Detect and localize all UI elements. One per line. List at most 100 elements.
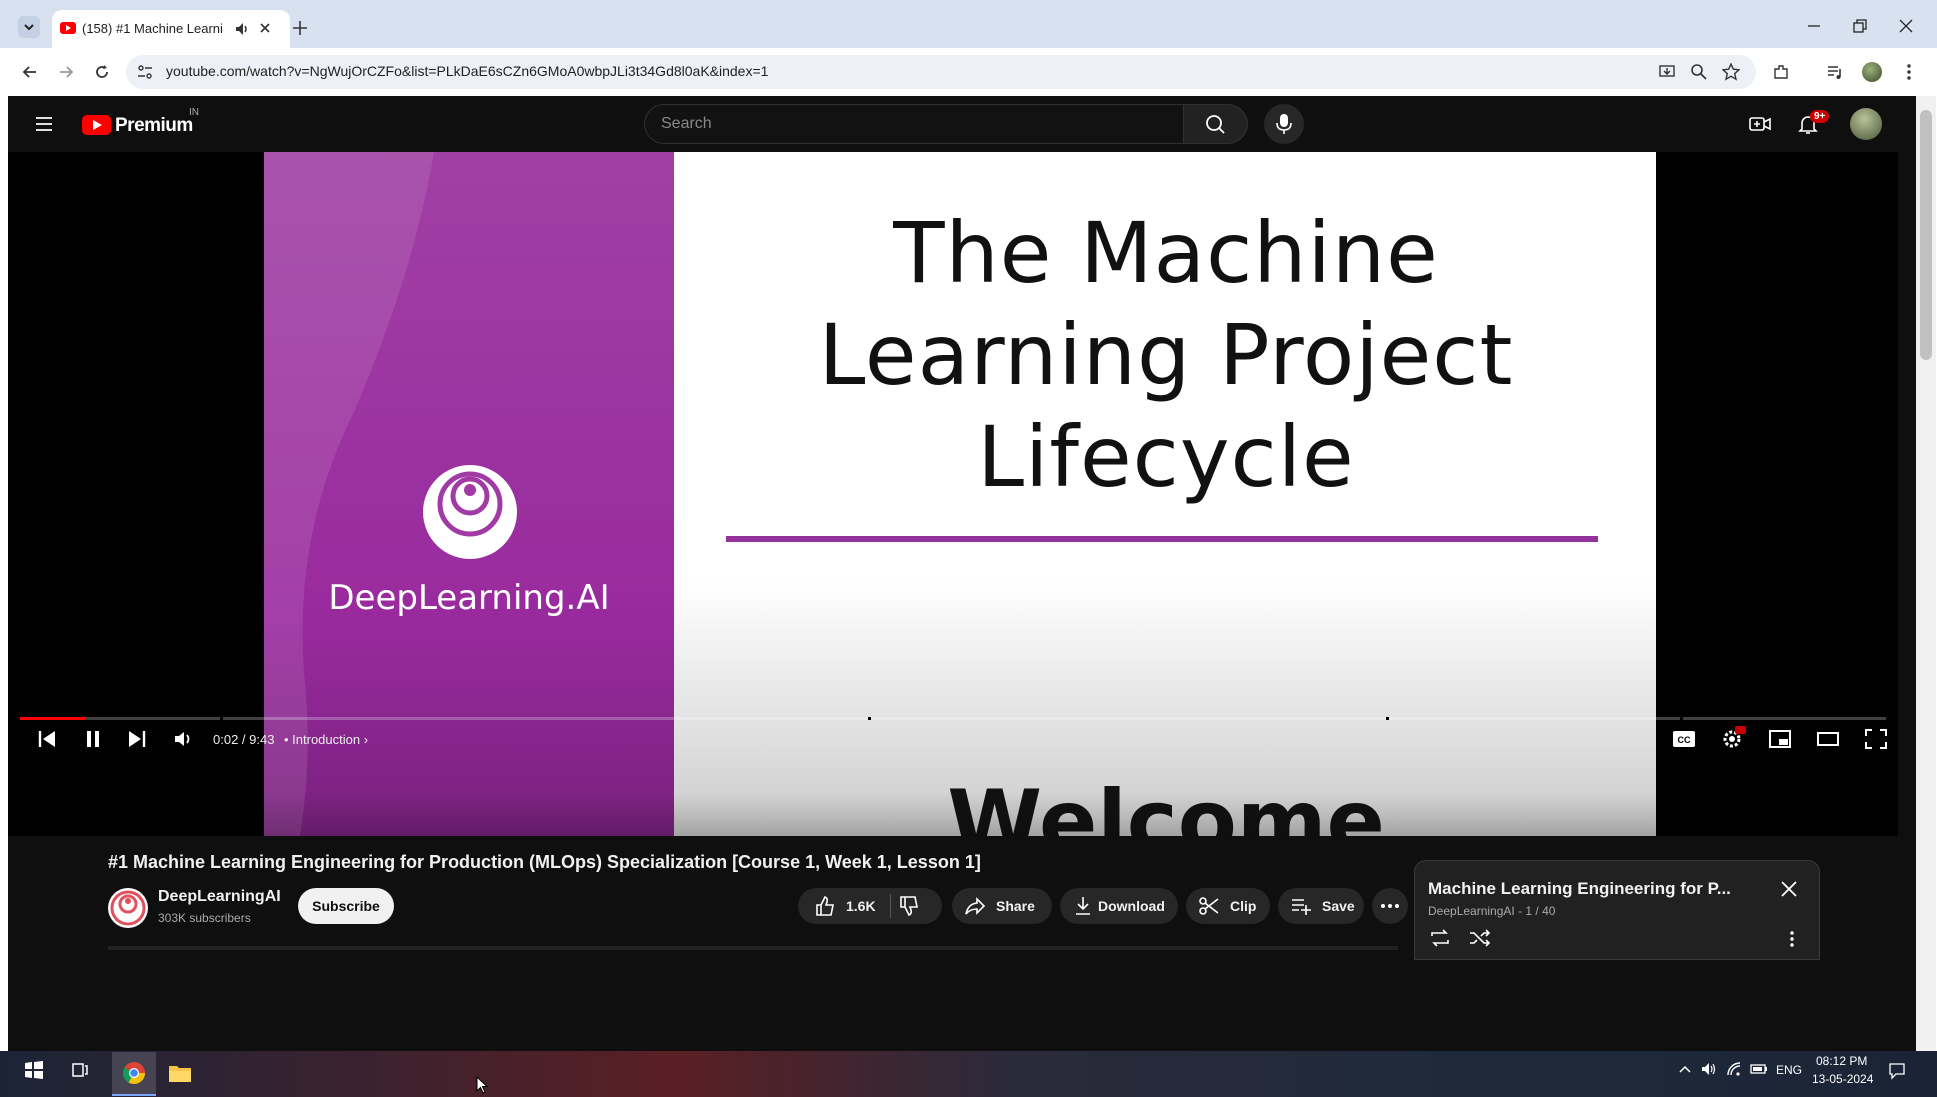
playlist-title[interactable]: Machine Learning Engineering for P... [1428,879,1758,899]
clock-date[interactable]: 13-05-2024 [1812,1072,1873,1086]
taskbar-file-explorer[interactable] [168,1062,192,1084]
playlist-more-button[interactable] [1788,930,1796,948]
volume-icon [175,732,190,746]
tray-battery-icon[interactable] [1750,1063,1768,1075]
video-player[interactable]: DeepLearning.AI The Machine Learning Pro… [8,152,1898,932]
close-window-button[interactable] [1898,18,1914,34]
subscribe-button[interactable]: Subscribe [298,888,394,924]
bookmark-star-icon[interactable] [1722,63,1740,81]
skip-previous-icon [38,731,55,747]
subscriber-count: 303K subscribers [158,911,251,925]
browser-menu-icon[interactable] [1900,63,1918,81]
tray-volume-icon[interactable] [1700,1061,1718,1077]
skip-next-icon [129,731,146,747]
task-view-button[interactable] [70,1060,90,1080]
slide-title-line: The Machine [893,204,1439,302]
chapter-title-button[interactable]: • Introduction › [284,732,368,747]
search-input[interactable]: Search [644,104,1184,144]
save-button[interactable]: Save [1278,888,1364,924]
tab-search-button[interactable] [18,16,40,38]
miniplayer-button[interactable] [1768,728,1792,750]
settings-button[interactable] [1720,726,1746,752]
action-center-button[interactable] [1888,1062,1906,1080]
chapter-gap [1386,717,1389,720]
loop-button[interactable] [1428,928,1452,948]
forward-button[interactable] [56,62,76,82]
like-count: 1.6K [846,898,876,914]
clock-time[interactable]: 08:12 PM [1816,1054,1867,1068]
closed-captions-icon: CC [1673,731,1695,747]
loop-icon [1431,929,1449,947]
account-avatar[interactable] [1850,108,1882,140]
taskbar [0,1051,1937,1097]
start-button[interactable] [24,1060,44,1080]
download-icon [1076,897,1090,915]
youtube-logo[interactable]: Premium IN [82,107,232,137]
microphone-icon [1276,114,1292,134]
like-button[interactable]: 1.6K [806,888,890,924]
arrow-right-icon [60,66,74,78]
restore-button[interactable] [1852,18,1868,34]
tray-overflow-icon[interactable] [1678,1062,1692,1076]
progress-bar[interactable] [20,717,1886,720]
back-button[interactable] [20,62,40,82]
new-tab-button[interactable] [290,18,310,38]
previous-button[interactable] [36,728,58,750]
next-button[interactable] [126,728,148,750]
taskbar-chrome[interactable] [112,1052,156,1096]
channel-avatar[interactable] [108,888,148,928]
shuffle-button[interactable] [1468,928,1492,948]
mute-button[interactable] [172,728,194,750]
slide-title-line: Lifecycle [977,408,1355,506]
windows-logo-icon [25,1061,43,1079]
site-info-icon[interactable] [136,63,154,81]
url-text: youtube.com/watch?v=NgWujOrCZFo&list=PLk… [166,63,769,79]
subtitles-button[interactable]: CC [1672,728,1696,750]
more-actions-button[interactable] [1372,888,1408,924]
media-control-icon[interactable] [1826,63,1844,81]
playlist-progress: DeepLearningAI - 1 / 40 [1428,904,1556,918]
zoom-icon[interactable] [1690,63,1708,81]
search-button[interactable] [1184,104,1248,144]
install-app-icon[interactable] [1658,63,1676,81]
tab-close-icon[interactable] [258,21,272,35]
arrow-left-icon [22,66,36,78]
share-button[interactable]: Share [952,888,1052,924]
pause-button[interactable] [82,728,104,750]
hamburger-icon [36,117,52,131]
minimize-button[interactable] [1806,18,1822,34]
share-icon [965,897,986,915]
gear-icon [1723,726,1746,748]
extensions-icon[interactable] [1772,63,1790,81]
voice-search-button[interactable] [1264,104,1304,144]
reload-icon [96,65,108,78]
video-title: #1 Machine Learning Engineering for Prod… [108,852,981,872]
progress-played [20,717,86,720]
slide-divider [726,536,1598,542]
fullscreen-button[interactable] [1864,728,1888,750]
dislike-button[interactable] [898,895,920,917]
save-label: Save [1322,898,1355,914]
more-horizontal-icon [1381,904,1399,908]
fullscreen-icon [1865,729,1887,749]
tab-audio-icon[interactable] [234,21,250,37]
reload-button[interactable] [92,62,112,82]
search-placeholder: Search [661,115,712,132]
pause-icon [87,731,99,747]
download-button[interactable]: Download [1060,888,1178,924]
profile-avatar[interactable] [1862,62,1882,82]
chevron-right-icon: › [363,732,369,747]
region-code: IN [189,107,199,118]
chapter-title: • Introduction [284,732,361,747]
guide-menu-button[interactable] [34,114,54,134]
clip-button[interactable]: Clip [1186,888,1270,924]
close-playlist-button[interactable] [1778,878,1800,900]
input-language[interactable]: ENG [1776,1063,1802,1077]
theater-mode-button[interactable] [1816,728,1840,750]
tray-network-icon[interactable] [1726,1061,1744,1077]
create-button[interactable] [1748,112,1772,136]
channel-name[interactable]: DeepLearningAI [158,888,281,906]
scrollbar-thumb[interactable] [1920,110,1932,360]
shuffle-icon [1470,929,1491,947]
mouse-cursor [476,1076,488,1094]
